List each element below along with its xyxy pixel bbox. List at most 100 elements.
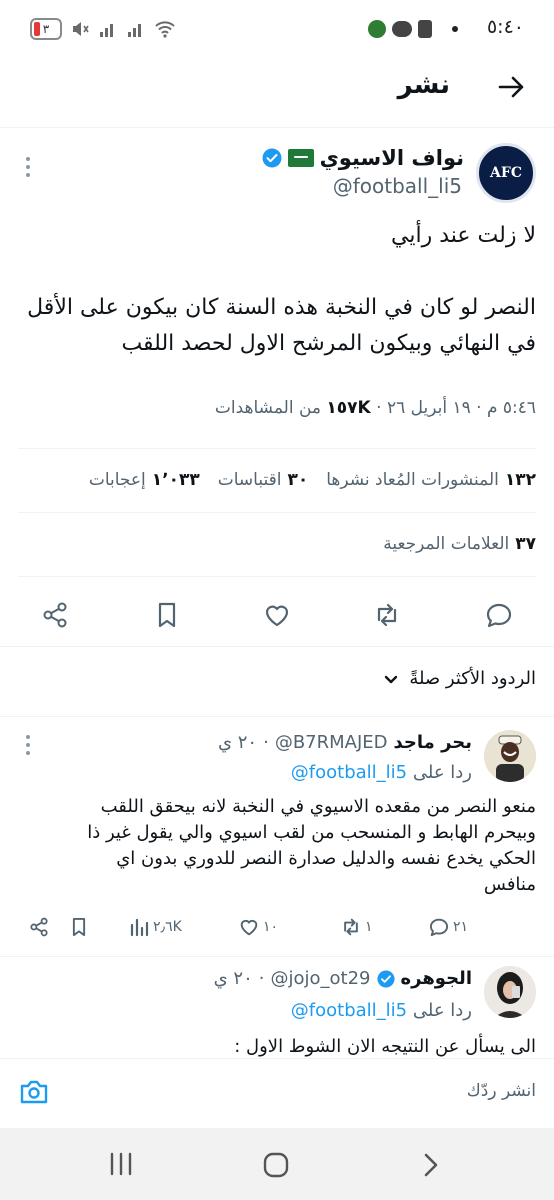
tweet-text-line: في النهائي وبيكون المرشح الاول لحصد اللق…: [121, 331, 536, 356]
quotes-label: اقتباسات: [217, 470, 282, 490]
reply-author-name[interactable]: بحر ماجد: [394, 732, 472, 753]
signal-icon: [100, 24, 113, 37]
saudi-flag-icon: [287, 149, 314, 167]
reply-bookmark-button[interactable]: [68, 916, 90, 938]
status-system-icons: ٣: [30, 16, 176, 42]
likes-label: إعجابات: [88, 470, 146, 490]
reply-avatar[interactable]: [484, 730, 536, 782]
bookmarks-count: ٣٧: [515, 534, 536, 554]
share-icon[interactable]: [40, 600, 70, 630]
views-icon: [130, 918, 149, 937]
reply-header: الجوهره @jojo_ot29 · ٢٠ ي: [214, 968, 472, 989]
verified-badge-icon: [376, 969, 395, 988]
mute-icon: [73, 22, 89, 36]
replying-to-prefix: ردا على: [412, 1000, 472, 1021]
replying-to-prefix: ردا على: [412, 762, 472, 783]
reply-reply-button[interactable]: ٢١: [428, 916, 468, 938]
alert-icon: [418, 20, 432, 38]
reply-like-button[interactable]: ١٠: [238, 916, 278, 938]
signal-icon-2: [128, 24, 141, 37]
like-icon[interactable]: [262, 600, 292, 630]
tweet-meta: ٥:٤٦ م · ١٩ أبريل ٢٦ · ١٥٧K من المشاهدات: [215, 398, 536, 418]
back-arrow-icon[interactable]: [496, 72, 526, 102]
author-name-row[interactable]: نواف الاسيوي: [262, 146, 464, 170]
battery-icon: ٣: [30, 18, 62, 40]
reply-avatar[interactable]: [484, 966, 536, 1018]
bookmark-icon: [72, 917, 86, 937]
divider: [0, 646, 554, 647]
reply-icon: [429, 918, 449, 937]
wifi-icon: [155, 21, 175, 38]
compose-reply-input[interactable]: انشر ردّك: [467, 1081, 536, 1101]
more-vertical-icon[interactable]: [22, 734, 34, 760]
replying-to-handle[interactable]: @football_li5: [291, 762, 407, 783]
page-title: نشر: [397, 70, 450, 100]
reply-views-count: ٢٫٦K: [153, 919, 182, 935]
reply-text: منعو النصر من مقعده الاسيوي في النخبة لا…: [87, 796, 536, 895]
bookmarks-stats: ٣٧العلامات المرجعية: [383, 534, 536, 554]
divider: [18, 512, 536, 513]
divider: [0, 716, 554, 717]
quotes-stat[interactable]: ٣٠اقتباسات: [218, 470, 308, 490]
reposts-label: المنشورات المُعاد نشرها: [326, 470, 499, 490]
back-icon[interactable]: [420, 1152, 442, 1182]
header: نشر: [0, 56, 554, 128]
bookmarks-stat[interactable]: ٣٧العلامات المرجعية: [383, 534, 536, 554]
reply-icon[interactable]: [484, 600, 514, 630]
reply-action-bar: ٢٫٦K ١٠ ١ ٢١: [0, 916, 554, 946]
reply-share-button[interactable]: [28, 916, 50, 938]
replying-to-handle[interactable]: @football_li5: [291, 1000, 407, 1021]
reposts-stat[interactable]: ١٣٢المنشورات المُعاد نشرها: [326, 470, 536, 490]
battery-fill: [34, 22, 40, 36]
more-vertical-icon[interactable]: [22, 156, 34, 178]
status-notification-icons: [368, 20, 458, 38]
status-time: ٥:٤٠: [486, 16, 524, 38]
divider: [0, 956, 554, 957]
tweet-action-bar: [0, 590, 554, 640]
home-icon[interactable]: [263, 1152, 289, 1182]
reply-author-handle[interactable]: @jojo_ot29: [270, 968, 370, 989]
reposts-count: ١٣٢: [504, 470, 536, 490]
whatsapp-icon: [368, 20, 386, 38]
reply-views-button[interactable]: ٢٫٦K: [128, 916, 182, 938]
system-nav-bar: [0, 1128, 554, 1200]
reply-reposts-count: ١: [365, 919, 373, 935]
reply-header: بحر ماجد @B7RMAJED · ٢٠ ي: [218, 732, 472, 753]
replying-to: ردا على @football_li5: [291, 1000, 472, 1021]
views-label: من المشاهدات: [214, 398, 322, 418]
tweet-timestamp[interactable]: ٥:٤٦ م · ١٩ أبريل ٢٦ ·: [376, 398, 536, 418]
divider: [18, 448, 536, 449]
reply-separator: ·: [263, 732, 269, 753]
notification-dot-icon: [452, 26, 458, 32]
repost-icon: [344, 918, 358, 936]
compose-reply-bar: انشر ردّك: [0, 1058, 554, 1128]
tweet-text: لا زلت عند رأيي النصر لو كان في النخبة ه…: [16, 218, 536, 362]
battery-level: ٣: [42, 22, 50, 36]
reply-replies-count: ٢١: [453, 919, 469, 935]
author-avatar[interactable]: AFC: [476, 143, 536, 203]
bookmarks-label: العلامات المرجعية: [383, 534, 510, 554]
likes-stat[interactable]: ١٬٠٣٣إعجابات: [89, 470, 200, 490]
reply-text: الى يسأل عن النتيجه الان الشوط الاول :: [234, 1036, 536, 1057]
reply-timestamp: ٢٠ ي: [213, 968, 253, 989]
reply-timestamp: ٢٠ ي: [217, 732, 258, 753]
reply-author-handle[interactable]: @B7RMAJED: [275, 732, 388, 753]
tweet-text-line: لا زلت عند رأيي: [391, 223, 536, 248]
bookmark-icon[interactable]: [152, 600, 182, 630]
chevron-down-icon: [385, 675, 398, 683]
views-count: ١٥٧K: [326, 398, 371, 418]
author-handle[interactable]: @football_li5: [333, 174, 462, 198]
verified-badge-icon: [262, 148, 282, 168]
likes-count: ١٬٠٣٣: [151, 470, 200, 490]
replies-sort-dropdown[interactable]: الردود الأكثر صلةً: [383, 668, 536, 689]
author-name: نواف الاسيوي: [319, 146, 464, 170]
status-bar: ٥:٤٠ ٣: [0, 0, 554, 56]
reply-author-name[interactable]: الجوهره: [401, 968, 473, 989]
share-icon: [30, 917, 48, 937]
repost-icon[interactable]: [372, 600, 402, 630]
reply-repost-button[interactable]: ١: [340, 916, 373, 938]
replying-to: ردا على @football_li5: [291, 762, 472, 783]
recent-apps-icon[interactable]: [108, 1152, 134, 1180]
like-icon: [240, 919, 258, 936]
camera-icon[interactable]: [18, 1077, 50, 1111]
